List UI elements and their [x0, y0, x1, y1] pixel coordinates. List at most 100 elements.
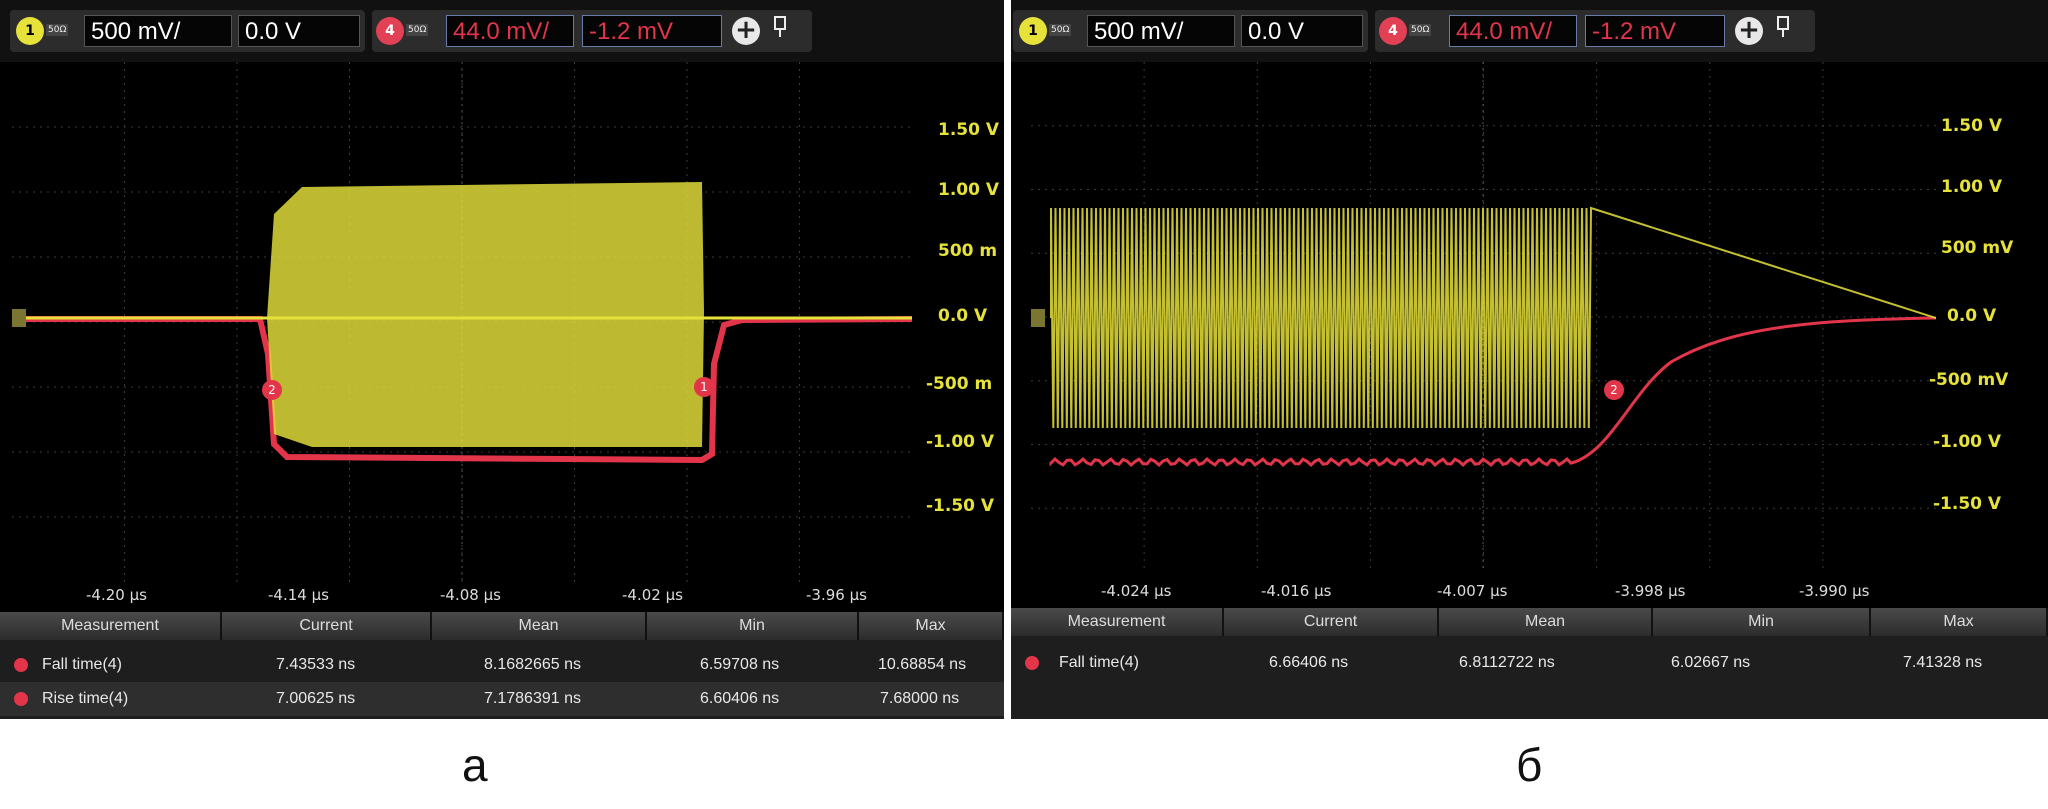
cursor-marker-1[interactable]: 1: [694, 377, 714, 397]
channel4-dot-icon: [14, 692, 28, 706]
measurement-table: Measurement Current Mean Min Max Fall ti…: [0, 612, 1004, 719]
measurement-header: Measurement Current Mean Min Max: [0, 612, 1004, 640]
ch4-badge[interactable]: 4: [1379, 17, 1407, 45]
measurement-mean: 8.1682665 ns: [484, 656, 581, 673]
ch4-offset-field[interactable]: -1.2 mV: [582, 15, 722, 47]
ch1-badge[interactable]: 1: [1019, 17, 1047, 45]
waveform-svg: [12, 62, 912, 582]
measurement-current: 7.43533 ns: [276, 656, 356, 673]
x-tick-label: -3.990 μs: [1799, 582, 1870, 600]
y-tick-label: 1.50 V: [938, 120, 1000, 140]
measurement-mean: 7.1786391 ns: [484, 690, 581, 707]
pin-icon[interactable]: [772, 16, 788, 38]
oscilloscope-panel-a: 1 50Ω 500 mV/ 0.0 V 4 50Ω 44.0 mV/ -1.2 …: [0, 0, 1004, 719]
x-tick-label: -4.08 μs: [440, 586, 501, 604]
col-mean[interactable]: Mean: [1439, 608, 1653, 636]
channel4-dot-icon: [1025, 656, 1039, 670]
measurement-header: Measurement Current Mean Min Max: [1011, 608, 2048, 636]
y-tick-label: 500 m: [938, 241, 998, 261]
cursor-marker-2[interactable]: 2: [1604, 380, 1624, 400]
ch4-settings[interactable]: 4 50Ω 44.0 mV/ -1.2 mV +: [372, 10, 812, 52]
waveform-svg: [1031, 62, 1936, 572]
x-tick-label: -3.998 μs: [1615, 582, 1686, 600]
cursor-marker-2[interactable]: 2: [262, 380, 282, 400]
measurement-name: Fall time(4): [1059, 654, 1140, 671]
x-tick-label: -3.96 μs: [806, 586, 867, 604]
col-min[interactable]: Min: [1653, 608, 1871, 636]
ch1-settings[interactable]: 1 50Ω 500 mV/ 0.0 V: [10, 10, 365, 52]
measurement-row[interactable]: Fall time(4) 6.66406 ns 6.8112722 ns 6.0…: [1011, 646, 2048, 680]
measurement-mean: 6.8112722 ns: [1459, 654, 1555, 671]
measurement-min: 6.02667 ns: [1671, 654, 1751, 671]
ch4-impedance: 50Ω: [1409, 24, 1432, 36]
col-min[interactable]: Min: [647, 612, 859, 640]
ch4-offset-field[interactable]: -1.2 mV: [1585, 15, 1725, 47]
channel-toolbar: 1 50Ω 500 mV/ 0.0 V 4 50Ω 44.0 mV/ -1.2 …: [0, 0, 1004, 62]
col-max[interactable]: Max: [1871, 608, 2048, 636]
col-current[interactable]: Current: [1224, 608, 1439, 636]
ch1-offset-field[interactable]: 0.0 V: [238, 15, 360, 47]
ch4-impedance: 50Ω: [406, 24, 429, 36]
x-tick-label: -4.016 μs: [1261, 582, 1332, 600]
col-current[interactable]: Current: [222, 612, 432, 640]
ch4-settings[interactable]: 4 50Ω 44.0 mV/ -1.2 mV +: [1375, 10, 1815, 52]
measurement-min: 6.60406 ns: [700, 690, 780, 707]
figure-caption-a: а: [462, 739, 488, 791]
ch1-envelope: [267, 182, 704, 447]
measurement-name: Fall time(4): [42, 656, 123, 673]
y-tick-label: 500 mV: [1941, 238, 2014, 258]
col-max[interactable]: Max: [859, 612, 1004, 640]
measurement-current: 7.00625 ns: [276, 690, 356, 707]
add-channel-button[interactable]: +: [732, 17, 760, 45]
y-tick-label: -500 mV: [1929, 370, 2009, 390]
measurement-max: 7.41328 ns: [1903, 654, 1983, 671]
ch1-offset-field[interactable]: 0.0 V: [1241, 15, 1363, 47]
measurement-table: Measurement Current Mean Min Max Fall ti…: [1011, 608, 2048, 719]
x-tick-label: -4.02 μs: [622, 586, 683, 604]
measurement-row[interactable]: Rise time(4) 7.00625 ns 7.1786391 ns 6.6…: [0, 682, 1004, 716]
waveform-plot[interactable]: [1031, 62, 1936, 572]
ch4-scale-field[interactable]: 44.0 mV/: [446, 15, 574, 47]
measurement-min: 6.59708 ns: [700, 656, 780, 673]
channel-toolbar: 1 50Ω 500 mV/ 0.0 V 4 50Ω 44.0 mV/ -1.2 …: [1011, 0, 2048, 62]
x-tick-label: -4.14 μs: [268, 586, 329, 604]
x-tick-label: -4.20 μs: [86, 586, 147, 604]
ch1-trace: [1050, 206, 1936, 429]
x-tick-label: -4.024 μs: [1101, 582, 1172, 600]
y-tick-label: -1.00 V: [926, 432, 995, 452]
y-tick-label: 1.00 V: [938, 180, 1000, 200]
x-tick-label: -4.007 μs: [1437, 582, 1508, 600]
y-tick-label: -1.50 V: [926, 496, 995, 516]
ground-marker-icon: [12, 309, 26, 327]
add-channel-button[interactable]: +: [1735, 17, 1763, 45]
ch4-badge[interactable]: 4: [376, 17, 404, 45]
measurement-max: 7.68000 ns: [880, 690, 960, 707]
measurement-max: 10.68854 ns: [878, 656, 967, 673]
col-measurement[interactable]: Measurement: [1011, 608, 1224, 636]
ground-marker-icon: [1031, 309, 1045, 327]
ch1-scale-field[interactable]: 500 mV/: [84, 15, 232, 47]
ch1-impedance: 50Ω: [46, 24, 69, 36]
col-mean[interactable]: Mean: [432, 612, 647, 640]
col-measurement[interactable]: Measurement: [0, 612, 222, 640]
channel4-dot-icon: [14, 658, 28, 672]
measurement-name: Rise time(4): [42, 690, 129, 707]
y-tick-label: -1.50 V: [1933, 494, 2002, 514]
measurement-current: 6.66406 ns: [1269, 654, 1349, 671]
y-tick-label: -1.00 V: [1933, 432, 2002, 452]
oscilloscope-panel-b: 1 50Ω 500 mV/ 0.0 V 4 50Ω 44.0 mV/ -1.2 …: [1011, 0, 2048, 719]
waveform-plot[interactable]: [12, 62, 912, 582]
ch1-settings[interactable]: 1 50Ω 500 mV/ 0.0 V: [1013, 10, 1368, 52]
ch1-badge[interactable]: 1: [16, 17, 44, 45]
figure-caption-b: б: [1516, 739, 1543, 791]
y-tick-label: 1.00 V: [1941, 177, 2003, 197]
y-tick-label: 0.0 V: [938, 306, 988, 326]
y-tick-label: -500 m: [926, 374, 993, 394]
y-tick-label: 0.0 V: [1947, 306, 1997, 326]
ch4-scale-field[interactable]: 44.0 mV/: [1449, 15, 1577, 47]
ch1-scale-field[interactable]: 500 mV/: [1087, 15, 1235, 47]
y-tick-label: 1.50 V: [1941, 116, 2003, 136]
ch1-impedance: 50Ω: [1049, 24, 1072, 36]
pin-icon[interactable]: [1775, 16, 1791, 38]
measurement-row[interactable]: Fall time(4) 7.43533 ns 8.1682665 ns 6.5…: [0, 648, 1004, 682]
